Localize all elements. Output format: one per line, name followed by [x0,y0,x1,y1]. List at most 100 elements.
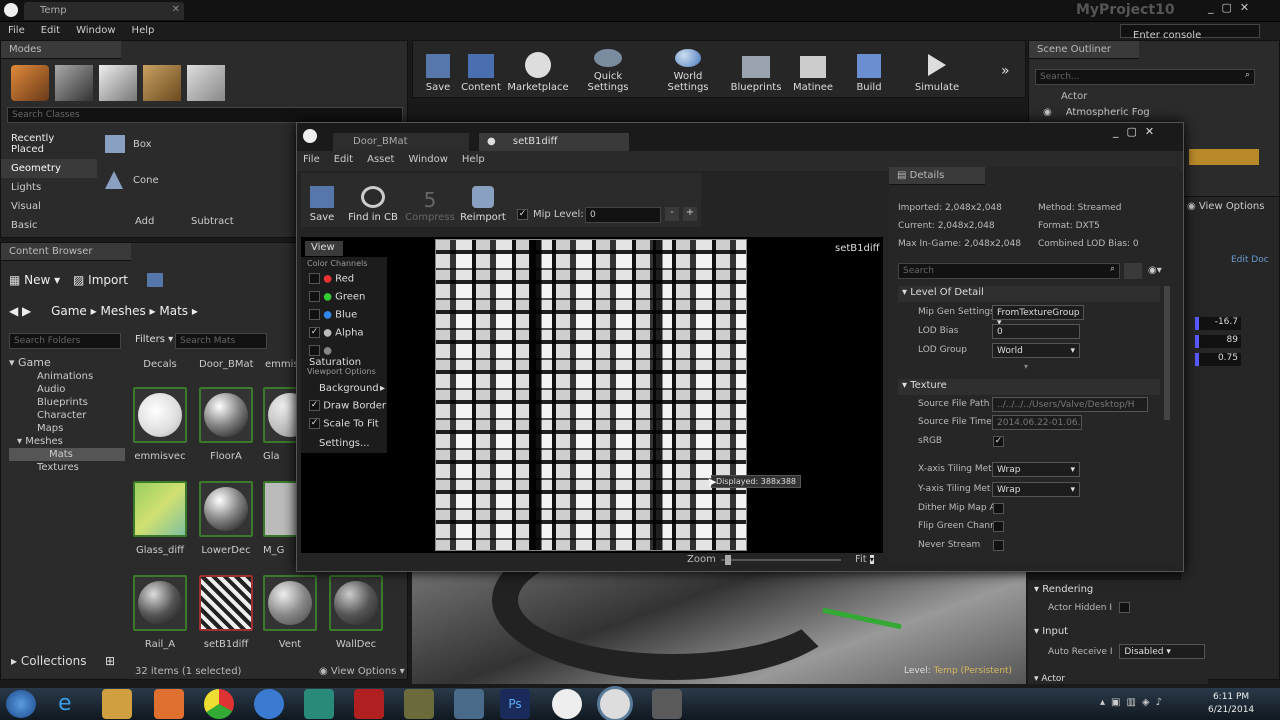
lod-group-dropdown[interactable]: World ▾ [992,343,1080,358]
modes-tab[interactable]: Modes [1,41,121,59]
save-button[interactable]: Save [421,49,455,93]
media-player-icon[interactable] [154,689,184,719]
collections-header[interactable]: ▸ Collections [11,654,86,668]
app-icon[interactable] [454,689,484,719]
channel-red[interactable]: ● Red [309,273,354,285]
location-x-field[interactable]: -16.7 [1195,317,1241,330]
menu-asset[interactable]: Asset [367,154,394,165]
background-submenu[interactable]: Background ▸ [319,383,385,394]
outliner-tab[interactable]: Scene Outliner [1029,41,1139,59]
search-classes-input[interactable]: Search Classes [7,107,403,123]
breadcrumb-game[interactable]: Game [51,304,87,318]
menu-file[interactable]: File [303,154,320,165]
itunes-icon[interactable] [254,689,284,719]
channel-green[interactable]: ● Green [309,291,365,303]
channel-blue[interactable]: ● Blue [309,309,357,321]
category-recently-placed[interactable]: Recently Placed [1,129,97,159]
content-button[interactable]: Content [461,49,501,93]
blue-checkbox[interactable] [309,309,320,320]
zoom-slider[interactable] [721,555,841,565]
source-time-field[interactable]: 2014.06.22-01.06.28 [992,415,1082,430]
window-controls[interactable]: _▢✕ [1113,125,1162,138]
dither-checkbox[interactable] [993,503,1004,514]
photoshop-icon[interactable]: Ps [500,689,530,719]
folder-meshes[interactable]: ▾ Meshes [9,435,125,448]
save-all-icon[interactable] [147,273,163,287]
level-viewport[interactable]: Level: Temp (Persistent) [412,560,1026,684]
te-save-button[interactable]: Save [305,179,339,223]
details-search-input[interactable]: Search ⌕ [898,263,1120,279]
settings-option[interactable]: Settings... [319,438,370,449]
close-icon[interactable]: ✕ [172,4,180,15]
place-mode-icon[interactable] [11,65,49,101]
asset-m-g[interactable]: M_G [263,481,297,556]
app-icon[interactable] [304,689,334,719]
draw-border-option[interactable]: ✓ Draw Border [309,400,386,412]
texture-viewport[interactable]: View Color Channels ● Red ● Green ● Blue… [301,237,883,553]
asset-emmisvec[interactable]: emmisvec [133,387,187,462]
green-checkbox[interactable] [309,291,320,302]
asset-lowerdec[interactable]: LowerDec [199,481,253,556]
paint-mode-icon[interactable] [55,65,93,101]
marketplace-button[interactable]: Marketplace [507,49,569,93]
details-scrollbar[interactable] [1164,286,1170,420]
location-y-field[interactable]: 89 [1195,335,1241,348]
srgb-checkbox[interactable]: ✓ [993,436,1004,447]
import-button[interactable]: ▨ Import [73,273,128,287]
chrome-icon[interactable] [204,689,234,719]
eye-icon[interactable]: ◉▾ [1148,265,1162,276]
menu-edit[interactable]: Edit [33,22,68,39]
matinee-button[interactable]: Matinee [791,49,835,93]
find-in-cb-button[interactable]: Find in CB [345,179,401,223]
menu-window[interactable]: Window [408,154,447,165]
ie-icon[interactable]: e [58,691,72,716]
channel-saturation[interactable]: ● Saturation [309,345,387,368]
asset-glass-diff[interactable]: Glass_diff [133,481,187,556]
folder-maps[interactable]: Maps [9,422,125,435]
build-button[interactable]: Build [849,49,889,93]
eye-icon[interactable]: ◉ [1043,107,1052,118]
window-controls[interactable]: _▢✕ [1208,1,1257,14]
location-z-field[interactable]: 0.75 [1195,353,1241,366]
app-icon[interactable] [354,689,384,719]
search-folders-input[interactable]: Search Folders [9,333,121,349]
scale-to-fit-option[interactable]: ✓ Scale To Fit [309,418,379,430]
folder-audio[interactable]: Audio [9,383,125,396]
auto-receive-dropdown[interactable]: Disabled ▾ [1119,644,1206,659]
folder-textures[interactable]: Textures [9,461,125,474]
category-geometry[interactable]: Geometry [1,159,97,178]
outliner-column-actor[interactable]: Actor [1061,91,1087,102]
menu-help[interactable]: Help [462,154,485,165]
folder-character[interactable]: Character [9,409,125,422]
category-lights[interactable]: Lights [1,178,97,197]
asset-rail-a[interactable]: Rail_A [133,575,187,650]
window-tab[interactable]: Temp ✕ [24,2,184,20]
details-tab[interactable]: ▤ Details [889,167,985,185]
folder-animations[interactable]: Animations [9,370,125,383]
category-visual[interactable]: Visual [1,197,97,216]
menu-window[interactable]: Window [68,22,123,39]
simulate-button[interactable]: Simulate [911,49,963,93]
channel-alpha[interactable]: ✓ ● Alpha [309,327,364,339]
add-collection-icon[interactable]: ⊞ [105,654,115,668]
more-chevron-icon[interactable]: » [1001,63,1010,79]
breadcrumb-mats[interactable]: Mats [159,304,188,318]
brush-subtract-radio[interactable]: Subtract [177,216,234,227]
advanced-expander-icon[interactable]: ▾ [1024,362,1028,371]
outliner-item-atmospheric-fog[interactable]: ◉ Atmospheric Fog [1043,107,1150,118]
x-tiling-dropdown[interactable]: Wrap ▾ [992,462,1080,477]
new-button[interactable]: ▦ New ▾ [9,273,60,287]
start-button[interactable] [6,690,36,718]
mip-decrement-button[interactable]: - [665,207,679,221]
menu-edit[interactable]: Edit [334,154,353,165]
scale-to-fit-checkbox[interactable]: ✓ [309,418,320,429]
reimport-button[interactable]: Reimport [459,179,507,223]
asset-setb1diff[interactable]: setB1diff [199,575,253,650]
content-browser-tab[interactable]: Content Browser [1,243,131,261]
actor-hidden-checkbox[interactable] [1118,602,1130,613]
class-item-box[interactable]: Box [105,135,152,153]
texture-preview[interactable] [435,239,747,551]
foliage-mode-icon[interactable] [143,65,181,101]
unreal-icon[interactable] [600,689,630,719]
folder-game[interactable]: ▾ Game [9,355,125,370]
